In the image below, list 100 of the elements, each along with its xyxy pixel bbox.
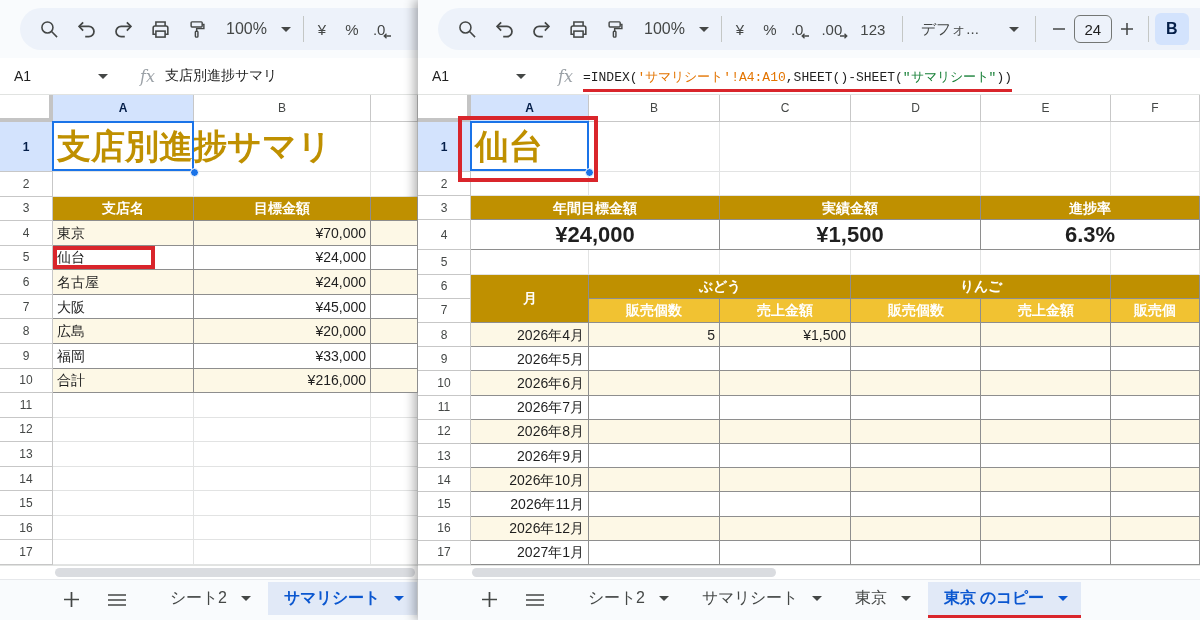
row-number[interactable]: 6 [0, 270, 53, 295]
row-number[interactable]: 1 [0, 122, 53, 172]
column-header[interactable] [371, 95, 418, 122]
search-icon[interactable] [41, 20, 58, 38]
font-size-field[interactable]: 24 [1073, 15, 1112, 43]
row-number[interactable]: 4 [0, 221, 53, 246]
row-number[interactable]: 15 [0, 491, 53, 516]
row-number[interactable]: 13 [418, 444, 471, 469]
table-cell: 広島 [53, 319, 194, 344]
row-number[interactable]: 2 [418, 172, 471, 197]
row-number[interactable]: 11 [418, 395, 471, 420]
zoom-dropdown[interactable]: 100% [216, 13, 297, 45]
sheet-tab[interactable]: 東京 [838, 582, 924, 618]
row-number[interactable]: 10 [0, 368, 53, 394]
row-number[interactable]: 16 [418, 516, 471, 541]
decrease-decimal-button[interactable]: .0 [787, 13, 813, 45]
row-number[interactable]: 4 [418, 220, 471, 251]
table-header: 販売個数 [589, 298, 720, 323]
table-cell: 2026年9月 [471, 444, 589, 469]
caret-icon [280, 26, 291, 32]
plus-icon[interactable] [64, 592, 79, 607]
column-header[interactable]: A [53, 95, 194, 122]
row-number[interactable]: 2 [0, 172, 53, 197]
row-number[interactable]: 13 [0, 442, 53, 467]
sheet-tab[interactable]: サマリシート [267, 582, 417, 618]
row-number[interactable]: 10 [418, 371, 471, 396]
row-number[interactable]: 15 [418, 492, 471, 517]
percent-format-button[interactable]: % [757, 13, 782, 45]
row-number[interactable]: 5 [418, 250, 471, 275]
row-number[interactable]: 3 [418, 196, 471, 221]
header-corner[interactable] [418, 95, 471, 122]
sheet-tab[interactable]: 東京 のコピー [927, 582, 1082, 618]
formula-input[interactable]: 支店別進捗サマリ [164, 67, 277, 85]
undo-icon[interactable] [496, 20, 513, 38]
plus-icon[interactable] [482, 592, 497, 607]
zoom-dropdown[interactable]: 100% [634, 13, 715, 45]
row-number[interactable]: 9 [418, 347, 471, 372]
sheet-tab[interactable]: シート2 [572, 582, 682, 618]
column-header[interactable]: D [851, 95, 981, 122]
table-cell: ¥1,500 [720, 323, 851, 348]
name-box[interactable]: A1 [14, 68, 114, 84]
table-header: 売上金額 [720, 298, 851, 323]
print-icon[interactable] [152, 20, 169, 38]
sheet-title: 仙台 [471, 122, 589, 172]
minus-icon[interactable] [1052, 28, 1065, 30]
sheet-tab[interactable]: シート2 [154, 582, 264, 618]
percent-format-button[interactable]: % [339, 13, 364, 45]
row-number[interactable]: 7 [418, 298, 471, 323]
row-number[interactable]: 16 [0, 515, 53, 541]
fill-handle-icon[interactable] [190, 168, 199, 177]
row-number[interactable]: 3 [0, 196, 53, 222]
paint-roller-icon[interactable] [607, 20, 624, 38]
row-number[interactable]: 7 [0, 294, 53, 320]
row-number[interactable]: 5 [0, 245, 53, 271]
print-icon[interactable] [570, 20, 587, 38]
fill-handle-icon[interactable] [585, 168, 594, 177]
row-number[interactable]: 14 [0, 466, 53, 492]
function-label: fx [558, 66, 573, 86]
undo-icon[interactable] [78, 20, 95, 38]
column-header[interactable]: B [194, 95, 371, 122]
row-number[interactable]: 6 [418, 274, 471, 299]
sheet-tab[interactable]: サマリシート [685, 582, 835, 618]
table-cell: ¥216,000 [194, 368, 371, 394]
bold-button[interactable]: B [1154, 13, 1189, 45]
row-number[interactable]: 12 [418, 419, 471, 444]
row-number[interactable]: 17 [418, 540, 471, 565]
search-icon[interactable] [459, 20, 476, 38]
currency-format-button[interactable]: ¥ [727, 13, 752, 45]
caret-icon [658, 596, 669, 601]
redo-icon[interactable] [533, 20, 550, 38]
decrease-decimal-button[interactable]: .0 [369, 13, 395, 45]
currency-format-button[interactable]: ¥ [309, 13, 334, 45]
kpi-header: 実績金額 [720, 196, 981, 221]
row-number[interactable]: 8 [0, 319, 53, 344]
paint-roller-icon[interactable] [189, 20, 206, 38]
menu-icon[interactable] [526, 594, 544, 606]
number-format-button[interactable]: 123 [857, 13, 889, 45]
column-header[interactable]: B [589, 95, 720, 122]
table-header [371, 196, 418, 222]
row-number[interactable]: 9 [0, 343, 53, 369]
caret-icon [900, 596, 911, 601]
name-box[interactable]: A1 [432, 68, 532, 84]
row-number[interactable]: 17 [0, 540, 53, 565]
font-dropdown[interactable]: デフォ... [911, 13, 1027, 45]
column-header[interactable]: C [720, 95, 851, 122]
row-number[interactable]: 11 [0, 393, 53, 418]
caret-icon [393, 596, 404, 601]
column-header[interactable]: E [981, 95, 1111, 122]
column-header[interactable]: F [1111, 95, 1200, 122]
row-number[interactable]: 8 [418, 323, 471, 348]
menu-icon[interactable] [108, 594, 126, 606]
plus-icon[interactable] [1120, 23, 1133, 35]
formula-input[interactable]: =INDEX('サマリシート'!A4:A10,SHEET()-SHEET("サマリシート")) [582, 67, 1013, 92]
horizontal-scrollbar[interactable] [472, 568, 776, 577]
row-number[interactable]: 12 [0, 417, 53, 443]
increase-decimal-button[interactable]: .00 [818, 13, 852, 45]
arrow-left-icon [383, 33, 392, 39]
redo-icon[interactable] [115, 20, 132, 38]
horizontal-scrollbar[interactable] [55, 568, 415, 577]
row-number[interactable]: 14 [418, 468, 471, 493]
